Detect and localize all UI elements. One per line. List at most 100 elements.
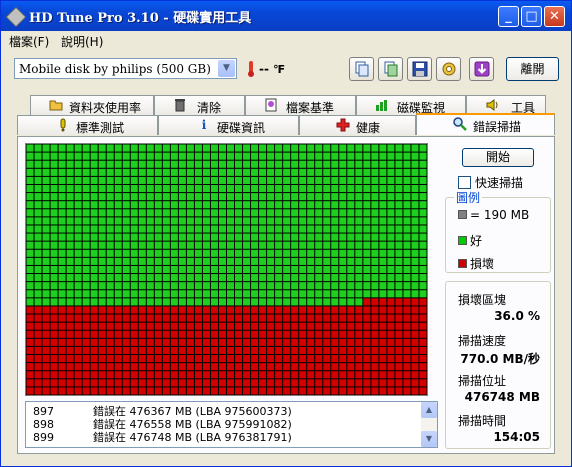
block-good <box>210 144 218 152</box>
log-scrollbar[interactable]: ▲ ▼ <box>421 402 437 447</box>
block-good <box>210 152 218 160</box>
block-good <box>315 152 323 160</box>
options-icon[interactable] <box>436 57 461 81</box>
block-good <box>259 265 267 274</box>
close-button[interactable]: ✕ <box>544 6 565 27</box>
block-good <box>371 257 379 265</box>
block-good <box>395 193 403 201</box>
block-good <box>235 290 243 298</box>
chevron-down-icon[interactable]: ▼ <box>218 60 235 77</box>
maximize-button[interactable]: □ <box>521 6 542 27</box>
tab-disk-monitor[interactable]: 磁碟監視 <box>356 95 466 115</box>
block-good <box>58 160 66 168</box>
block-good <box>58 249 66 257</box>
block-good <box>251 168 259 176</box>
block-good <box>106 168 114 176</box>
drive-select[interactable]: Mobile disk by philips (500 GB) ▼ <box>14 58 237 79</box>
minimize-button[interactable]: _ <box>498 6 519 27</box>
tab-health[interactable]: 健康 <box>299 115 416 135</box>
block-damaged <box>371 346 379 355</box>
block-good <box>419 225 427 233</box>
block-damaged <box>307 379 315 387</box>
block-good <box>170 184 178 193</box>
block-good <box>194 176 202 184</box>
block-good <box>243 298 251 306</box>
block-good <box>90 249 98 257</box>
block-good <box>66 265 74 274</box>
scroll-up-icon[interactable]: ▲ <box>421 402 437 418</box>
block-good <box>154 168 162 176</box>
menu-file[interactable]: 檔案(F) <box>9 33 49 50</box>
block-damaged <box>299 371 307 379</box>
copy-screenshot-icon[interactable] <box>378 57 403 81</box>
tab-benchmark[interactable]: 標準測試 <box>17 115 158 135</box>
block-damaged <box>34 355 42 363</box>
block-good <box>202 241 210 249</box>
block-damaged <box>339 371 347 379</box>
block-damaged <box>82 379 90 387</box>
block-good <box>315 225 323 233</box>
block-good <box>154 265 162 274</box>
block-good <box>106 209 114 217</box>
title-bar[interactable]: HD Tune Pro 3.10 - 硬碟實用工具 _ □ ✕ <box>1 1 571 31</box>
block-damaged <box>162 387 170 395</box>
tab-erase[interactable]: 清除 <box>154 95 245 115</box>
block-damaged <box>243 379 251 387</box>
block-good <box>419 257 427 265</box>
block-good <box>291 184 299 193</box>
save-icon[interactable] <box>407 57 432 81</box>
block-good <box>307 298 315 306</box>
tab-tools[interactable]: 工具 <box>466 95 546 115</box>
block-damaged <box>259 379 267 387</box>
block-good <box>251 233 259 241</box>
block-good <box>114 257 122 265</box>
start-button[interactable]: 開始 <box>462 148 534 167</box>
block-damaged <box>315 314 323 322</box>
error-log-list[interactable]: 897 錯誤在 476367 MB (LBA 975600373) 898 錯誤在 … <box>25 401 438 448</box>
block-damaged <box>339 322 347 330</box>
block-good <box>98 233 106 241</box>
tab-file-benchmark[interactable]: 檔案基準 <box>245 95 356 115</box>
tab-drive-info[interactable]: i 硬碟資訊 <box>158 115 299 135</box>
block-good <box>227 160 235 168</box>
block-good <box>323 233 331 241</box>
block-good <box>194 201 202 209</box>
tab-folder-usage[interactable]: 資料夾使用率 <box>30 95 154 115</box>
block-damaged <box>243 363 251 371</box>
block-good <box>210 184 218 193</box>
download-icon[interactable] <box>469 57 494 81</box>
copy-text-icon[interactable] <box>349 57 374 81</box>
block-damaged <box>146 379 154 387</box>
block-damaged <box>210 306 218 314</box>
block-good <box>58 282 66 290</box>
block-good <box>122 168 130 176</box>
block-good <box>130 176 138 184</box>
block-damaged <box>122 330 130 338</box>
block-good <box>339 152 347 160</box>
block-good <box>154 152 162 160</box>
block-damaged <box>218 379 226 387</box>
block-damaged <box>283 322 291 330</box>
block-good <box>347 176 355 184</box>
block-good <box>218 290 226 298</box>
block-good <box>34 233 42 241</box>
block-good <box>243 209 251 217</box>
block-good <box>307 241 315 249</box>
exit-button[interactable]: 離開 <box>506 57 559 81</box>
block-damaged <box>74 363 82 371</box>
block-good <box>218 168 226 176</box>
tab-error-scan[interactable]: 錯誤掃描 <box>416 113 555 135</box>
checkbox-icon[interactable] <box>458 176 471 189</box>
block-good <box>106 298 114 306</box>
health-cross-icon <box>336 118 350 132</box>
block-damaged <box>122 314 130 322</box>
block-good <box>50 241 58 249</box>
stat-value-scan-address: 476748 MB <box>464 390 540 404</box>
menu-help[interactable]: 說明(H) <box>61 33 103 50</box>
drive-select-value: Mobile disk by philips (500 GB) <box>19 62 211 76</box>
block-good <box>315 160 323 168</box>
block-good <box>411 225 419 233</box>
block-good <box>194 265 202 274</box>
block-good <box>50 290 58 298</box>
scroll-down-icon[interactable]: ▼ <box>421 431 437 447</box>
